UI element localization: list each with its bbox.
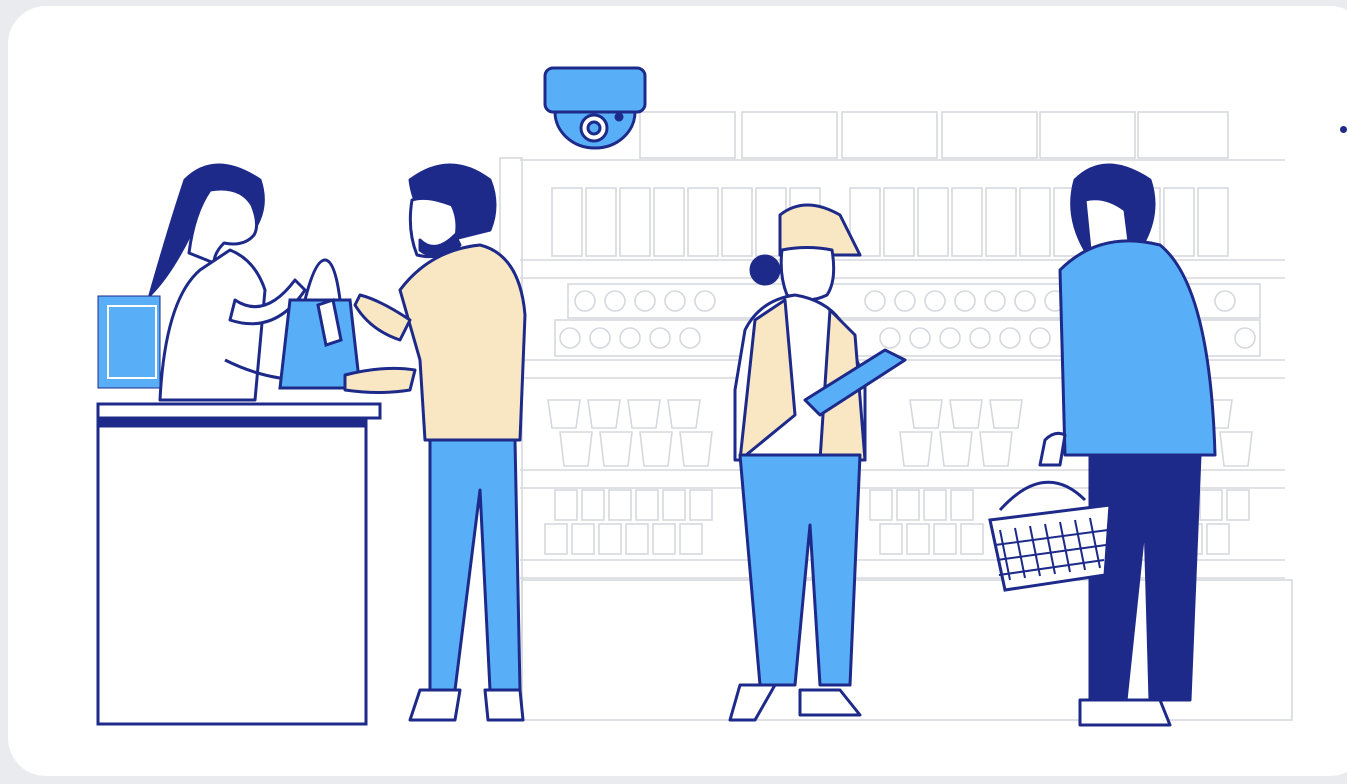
shopper-figure: [1038, 163, 1217, 727]
customer-figure: [343, 163, 527, 722]
shopping-bag-icon: [278, 258, 362, 390]
checkout-counter: [96, 402, 382, 726]
security-camera-icon: [543, 66, 647, 150]
register-monitor: [97, 295, 161, 389]
store-scene-illustration: [96, 66, 1293, 727]
staff-figure: [728, 203, 907, 722]
